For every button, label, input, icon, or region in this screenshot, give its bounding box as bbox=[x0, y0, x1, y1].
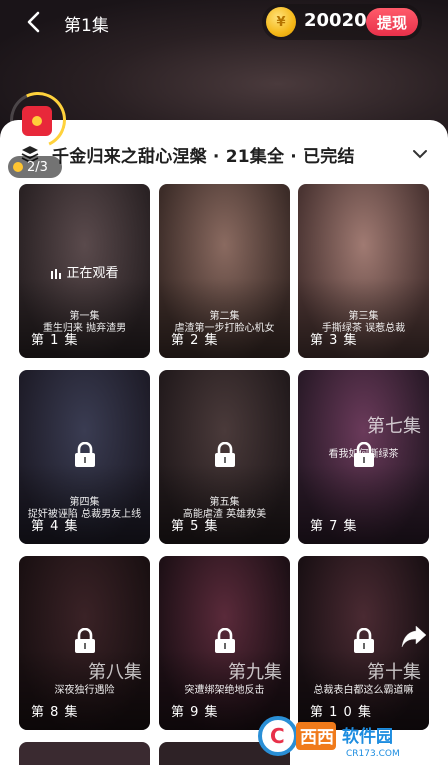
episode-subtitle: 深夜独行遇险 bbox=[54, 685, 115, 696]
svg-text:CR173.COM: CR173.COM bbox=[346, 749, 400, 759]
now-watching-indicator: 正在观看 bbox=[19, 262, 150, 281]
episode-subtitle: 突遭绑架绝地反击 bbox=[184, 685, 265, 696]
coin-balance[interactable]: ¥ 20020 提现 bbox=[262, 4, 422, 40]
series-title: 千金归来之甜心涅槃 · 21集全 · 已完结 bbox=[52, 146, 355, 167]
lock-icon bbox=[354, 628, 374, 653]
site-watermark-logo: C 西西 软件园 CR173.COM bbox=[258, 716, 400, 759]
episode-big-title: 第十集 bbox=[367, 662, 421, 683]
episode-card[interactable]: 第五集 高能虐渣 英雄救美第 5 集 bbox=[159, 370, 290, 544]
svg-text:西西: 西西 bbox=[300, 728, 334, 748]
episode-big-title: 第七集 bbox=[367, 416, 421, 437]
episode-label: 第 4 集 bbox=[31, 519, 79, 534]
chevron-left-icon bbox=[27, 11, 40, 33]
svg-text:软件园: 软件园 bbox=[342, 726, 393, 747]
withdraw-button[interactable]: 提现 bbox=[366, 8, 418, 36]
chevron-down-icon[interactable] bbox=[410, 144, 430, 164]
coin-icon: ¥ bbox=[266, 7, 296, 37]
episode-card[interactable]: 第一集 重生归来 抛弃渣男 正在观看第 1 集 bbox=[19, 184, 150, 358]
red-envelope-reward[interactable]: 2/3 bbox=[2, 84, 74, 182]
reward-progress-badge: 2/3 bbox=[8, 156, 62, 178]
now-watching-text: 正在观看 bbox=[66, 266, 119, 281]
series-header[interactable]: 千金归来之甜心涅槃 · 21集全 · 已完结 bbox=[20, 142, 430, 167]
episode-card-peek[interactable] bbox=[19, 742, 150, 765]
share-icon[interactable] bbox=[398, 620, 430, 652]
episode-label: 第 5 集 bbox=[171, 519, 219, 534]
lock-icon bbox=[75, 628, 95, 653]
equalizer-icon bbox=[51, 268, 62, 279]
episode-title: 第1集 bbox=[64, 16, 109, 36]
episode-label: 第 1 集 bbox=[31, 333, 79, 348]
episode-big-title: 第八集 bbox=[88, 662, 142, 683]
episode-label: 第 9 集 bbox=[171, 705, 219, 720]
episode-label: 第 7 集 bbox=[310, 519, 358, 534]
episode-card[interactable]: 第二集 虐渣第一步打脸心机女第 2 集 bbox=[159, 184, 290, 358]
lock-icon bbox=[354, 442, 374, 467]
reward-progress-text: 2/3 bbox=[27, 159, 48, 175]
episode-card[interactable]: 第三集 手撕绿茶 误惹总裁第 3 集 bbox=[298, 184, 429, 358]
episode-card[interactable]: 第七集看我如何撕绿茶第 7 集 bbox=[298, 370, 429, 544]
episode-big-title: 第九集 bbox=[228, 662, 282, 683]
coin-dot-icon bbox=[13, 162, 23, 172]
svg-text:C: C bbox=[270, 724, 285, 748]
lock-icon bbox=[75, 442, 95, 467]
episode-label: 第 8 集 bbox=[31, 705, 79, 720]
episode-card[interactable]: 第八集深夜独行遇险第 8 集 bbox=[19, 556, 150, 730]
lock-icon bbox=[215, 628, 235, 653]
lock-icon bbox=[215, 442, 235, 467]
red-envelope-icon bbox=[22, 106, 52, 136]
episode-label: 第 3 集 bbox=[310, 333, 358, 348]
top-bar: 第1集 ¥ 20020 提现 bbox=[0, 0, 448, 44]
back-button[interactable] bbox=[20, 8, 48, 36]
coin-count: 20020 bbox=[304, 10, 367, 31]
episode-card[interactable]: 第九集突遭绑架绝地反击第 9 集 bbox=[159, 556, 290, 730]
episode-subtitle: 总裁表白都这么霸道嘛 bbox=[313, 685, 414, 696]
episode-label: 第 2 集 bbox=[171, 333, 219, 348]
episode-card[interactable]: 第四集 捉奸被诬陷 总裁男友上线第 4 集 bbox=[19, 370, 150, 544]
